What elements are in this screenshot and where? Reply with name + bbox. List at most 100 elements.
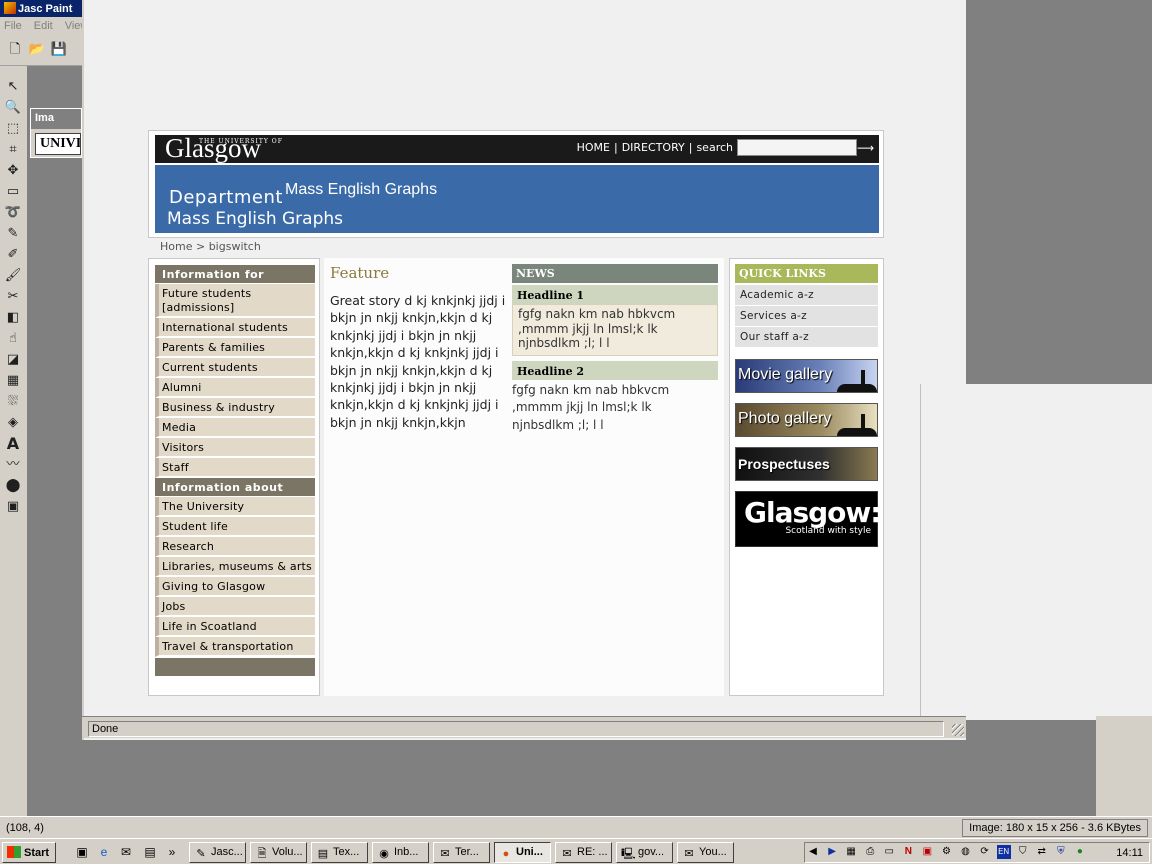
nav-item-giving[interactable]: Giving to Glasgow xyxy=(155,577,315,597)
airbrush-tool-icon[interactable]: ⛆ xyxy=(2,391,24,412)
shield-icon[interactable]: ⛉ xyxy=(1016,845,1030,859)
nav-item-parents-families[interactable]: Parents & families xyxy=(155,338,315,358)
task-re[interactable]: ✉ RE: ... xyxy=(555,842,612,863)
desktop-icon[interactable]: ▣ xyxy=(74,844,90,860)
nav-item-current-students[interactable]: Current students xyxy=(155,358,315,378)
nav-item-the-university[interactable]: The University xyxy=(155,497,315,517)
menu-edit[interactable]: Edit xyxy=(34,20,53,32)
save-icon[interactable]: 💾 xyxy=(50,41,68,59)
movie-gallery-banner[interactable]: Movie gallery xyxy=(735,359,878,393)
new-file-icon[interactable]: 🗋 xyxy=(6,41,24,59)
document-icon: 🗎 xyxy=(257,848,267,860)
search-go-icon[interactable]: ⟶ xyxy=(857,141,874,155)
clone-tool-icon[interactable]: ✂ xyxy=(2,286,24,307)
glasgow-webpage: THE UNIVERSITY OF Glasgow HOME | DIRECTORY… xyxy=(148,130,884,696)
glasgow-scotland-with-style-banner[interactable]: Glasgow: Scotland with style xyxy=(735,491,881,547)
clock[interactable]: 14:11 xyxy=(1116,847,1143,859)
selection-tool-icon[interactable]: ⬚ xyxy=(2,118,24,139)
nav-item-international-students[interactable]: International students xyxy=(155,318,315,338)
news-headline[interactable]: Headline 2 xyxy=(512,360,718,380)
nav-item-travel[interactable]: Travel & transportation xyxy=(155,637,315,657)
show-desktop-icon[interactable]: ▤ xyxy=(142,844,158,860)
task-university-browser[interactable]: ● Uni... xyxy=(494,842,551,863)
paintbrush-tool-icon[interactable]: 🖌 xyxy=(2,265,24,286)
network-icon[interactable]: ▦ xyxy=(844,845,858,859)
photo-gallery-banner[interactable]: Photo gallery xyxy=(735,403,878,437)
printer-icon[interactable]: ⎙ xyxy=(863,845,877,859)
eraser-tool-icon[interactable]: ◪ xyxy=(2,349,24,370)
more-chevron-icon[interactable]: » xyxy=(164,844,180,860)
text-tool-icon[interactable]: A xyxy=(2,433,24,454)
start-button[interactable]: Start xyxy=(2,842,56,863)
norton-icon[interactable]: N xyxy=(901,845,915,859)
retouch-tool-icon[interactable]: ☝ xyxy=(2,328,24,349)
nav-item-jobs[interactable]: Jobs xyxy=(155,597,315,617)
quick-link-services[interactable]: Services a-z xyxy=(735,306,878,327)
internet-explorer-icon[interactable]: e xyxy=(96,844,112,860)
task-inbox[interactable]: ◉ Inb... xyxy=(372,842,429,863)
resize-grip-icon[interactable] xyxy=(952,724,964,736)
nav-separator: | xyxy=(688,141,693,154)
nav-directory-link[interactable]: DIRECTORY xyxy=(622,141,685,154)
prospectuses-banner[interactable]: Prospectuses xyxy=(735,447,878,481)
task-jasc[interactable]: ✎ Jasc... xyxy=(189,842,246,863)
crop-tool-icon[interactable]: ⌗ xyxy=(2,139,24,160)
nav-item-media[interactable]: Media xyxy=(155,418,315,438)
psp-image-window[interactable]: Ima UNIVI xyxy=(30,108,82,158)
arrow-tool-icon[interactable]: ↖ xyxy=(2,76,24,97)
task-gov[interactable]: 🖳 gov... xyxy=(616,842,673,863)
image-window-canvas[interactable]: UNIVI xyxy=(35,133,81,155)
outlook-icon[interactable]: ✉ xyxy=(118,844,134,860)
nav-item-alumni[interactable]: Alumni xyxy=(155,378,315,398)
open-folder-icon[interactable]: 📂 xyxy=(28,41,46,59)
fill-tool-icon[interactable]: ◈ xyxy=(2,412,24,433)
task-volume[interactable]: 🗎 Volu... xyxy=(250,842,307,863)
nav-item-student-life[interactable]: Student life xyxy=(155,517,315,537)
news-headline[interactable]: Headline 1 xyxy=(512,285,718,304)
nav-home-link[interactable]: HOME xyxy=(577,141,610,154)
nav-item-life-in-scotland[interactable]: Life in Scoatland xyxy=(155,617,315,637)
task-text[interactable]: ▤ Tex... xyxy=(311,842,368,863)
move-tool-icon[interactable]: ✥ xyxy=(2,160,24,181)
search-input[interactable] xyxy=(737,139,857,156)
volume-icon[interactable]: ◀ xyxy=(806,845,820,859)
color-replacer-icon[interactable]: ◧ xyxy=(2,307,24,328)
pdf-icon[interactable]: ▣ xyxy=(920,845,934,859)
dropper-tool-icon[interactable]: ✐ xyxy=(2,244,24,265)
menu-file[interactable]: File xyxy=(4,20,22,32)
security-icon[interactable]: ⛨ xyxy=(1054,845,1068,859)
nav-item-staff[interactable]: Staff xyxy=(155,458,315,478)
nav-item-visitors[interactable]: Visitors xyxy=(155,438,315,458)
lasso-tool-icon[interactable]: ➰ xyxy=(2,202,24,223)
nav-item-future-students[interactable]: Future students [admissions] xyxy=(155,284,315,318)
rect-select-icon[interactable]: ▭ xyxy=(2,181,24,202)
task-you[interactable]: ✉ You... xyxy=(677,842,734,863)
language-icon[interactable]: EN xyxy=(996,845,1011,859)
quick-link-academic[interactable]: Academic a-z xyxy=(735,285,878,306)
object-selector-icon[interactable]: ▣ xyxy=(2,496,24,517)
media-player-icon[interactable]: ▶ xyxy=(825,845,839,859)
menu-view[interactable]: View xyxy=(65,20,82,32)
image-window-title[interactable]: Ima xyxy=(31,109,81,129)
eyedropper-tool-icon[interactable]: ✎ xyxy=(2,223,24,244)
settings-icon[interactable]: ⚙ xyxy=(939,845,953,859)
picture-tube-icon[interactable]: ▦ xyxy=(2,370,24,391)
zoom-tool-icon[interactable]: 🔍 xyxy=(2,97,24,118)
task-label: RE: ... xyxy=(577,846,608,858)
status-icon[interactable]: ● xyxy=(1073,845,1087,859)
quick-link-staff[interactable]: Our staff a-z xyxy=(735,327,878,348)
psp-workspace xyxy=(29,66,82,816)
nav-item-business-industry[interactable]: Business & industry xyxy=(155,398,315,418)
nav-item-libraries[interactable]: Libraries, museums & arts xyxy=(155,557,315,577)
update-icon[interactable]: ⟳ xyxy=(978,845,992,859)
draw-tool-icon[interactable]: 〰 xyxy=(2,454,24,475)
nav-item-research[interactable]: Research xyxy=(155,537,315,557)
shape-tool-icon[interactable]: ⬤ xyxy=(2,475,24,496)
breadcrumb[interactable]: Home > bigswitch xyxy=(160,240,261,253)
psp-title: Jasc Paint xyxy=(18,3,73,15)
task-terminal[interactable]: ✉ Ter... xyxy=(433,842,490,863)
globe-icon[interactable]: ◍ xyxy=(959,845,973,859)
connection-icon[interactable]: ⇄ xyxy=(1035,845,1049,859)
drive-icon[interactable]: ▭ xyxy=(882,845,896,859)
envelope-icon: ✉ xyxy=(684,848,694,860)
